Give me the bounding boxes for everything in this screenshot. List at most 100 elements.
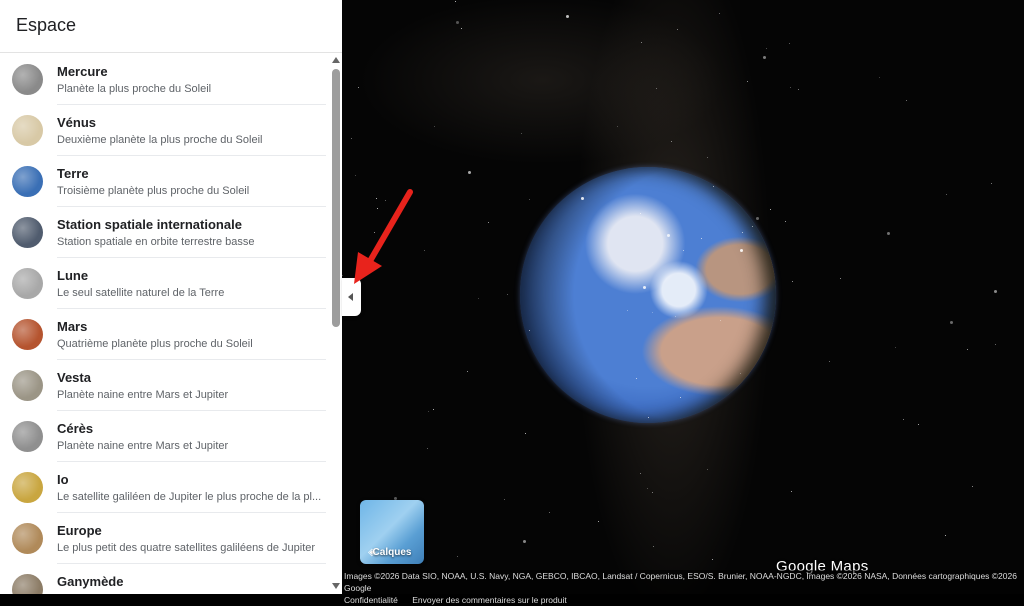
list-item-name: Terre xyxy=(57,166,89,181)
list-item-description: Station spatiale en orbite terrestre bas… xyxy=(57,236,255,248)
list-item[interactable]: Station spatiale internationale Station s… xyxy=(0,206,330,258)
list-item[interactable]: Mercure Planète la plus proche du Soleil xyxy=(0,53,330,105)
star xyxy=(428,411,429,412)
star xyxy=(566,15,569,18)
scroll-down-arrow-icon[interactable] xyxy=(332,583,340,589)
scrollbar[interactable] xyxy=(330,53,342,594)
star xyxy=(549,512,550,513)
star xyxy=(640,213,641,214)
star xyxy=(529,199,530,200)
star xyxy=(433,409,434,410)
panel-title: Espace xyxy=(16,15,77,35)
globe-night-shadow xyxy=(520,167,776,423)
star xyxy=(798,89,799,90)
scroll-thumb[interactable] xyxy=(332,69,340,327)
list-item[interactable]: Vénus Deuxième planète la plus proche du … xyxy=(0,104,330,156)
star xyxy=(683,250,684,251)
star xyxy=(895,347,896,348)
planet-thumbnail xyxy=(12,523,43,554)
star xyxy=(792,281,793,282)
star xyxy=(994,290,997,293)
star xyxy=(643,286,646,289)
list-item[interactable]: Europe Le plus petit des quatre satellite… xyxy=(0,512,330,564)
star xyxy=(342,275,343,276)
red-arrow-annotation xyxy=(354,189,413,284)
star xyxy=(918,424,919,425)
list-item-name: Station spatiale internationale xyxy=(57,217,242,232)
layers-button[interactable]: ◈ Calques xyxy=(360,500,424,564)
list-item[interactable]: Ganymède xyxy=(0,563,330,594)
star xyxy=(581,197,584,200)
planet-thumbnail xyxy=(12,421,43,452)
planet-thumbnail xyxy=(12,115,43,146)
star xyxy=(680,397,681,398)
star xyxy=(627,310,628,311)
chevron-left-icon xyxy=(348,293,353,301)
star xyxy=(766,48,767,49)
list-item-name: Europe xyxy=(57,523,102,538)
star xyxy=(763,56,766,59)
list-item-name: Lune xyxy=(57,268,89,283)
privacy-link[interactable]: Confidentialité xyxy=(344,595,398,605)
star xyxy=(455,1,456,2)
star xyxy=(740,249,743,252)
star xyxy=(525,433,526,434)
star xyxy=(906,100,907,101)
star xyxy=(351,138,352,139)
list-item-text: Mars Quatrième planète plus proche du Sol… xyxy=(57,319,326,360)
star xyxy=(456,21,459,24)
star xyxy=(434,126,435,127)
list-item-text: Ganymède xyxy=(57,574,326,594)
list-item-name: Io xyxy=(57,472,69,487)
star xyxy=(478,298,479,299)
star xyxy=(701,238,702,239)
star xyxy=(523,540,526,543)
list-item-name: Cérès xyxy=(57,421,94,436)
list-item[interactable]: Vesta Planète naine entre Mars et Jupiter xyxy=(0,359,330,411)
list-item-text: Europe Le plus petit des quatre satellite… xyxy=(57,523,326,564)
star xyxy=(752,226,753,227)
star xyxy=(424,250,425,251)
star xyxy=(653,546,654,547)
star xyxy=(950,321,953,324)
list-item[interactable]: Mars Quatrième planète plus proche du Sol… xyxy=(0,308,330,360)
list-item-description: Deuxième planète la plus proche du Solei… xyxy=(57,134,263,146)
star xyxy=(945,535,946,536)
planet-thumbnail xyxy=(12,217,43,248)
star xyxy=(355,175,356,176)
star xyxy=(667,234,670,237)
scroll-up-arrow-icon[interactable] xyxy=(332,57,340,63)
star xyxy=(707,469,708,470)
list-item-description: Quatrième planète plus proche du Soleil xyxy=(57,338,253,350)
star xyxy=(790,87,791,88)
planet-list: Mercure Planète la plus proche du Soleil V… xyxy=(0,53,330,594)
star xyxy=(740,373,741,374)
list-item-name: Mars xyxy=(57,319,88,334)
star xyxy=(529,330,530,331)
list-item-description: Planète la plus proche du Soleil xyxy=(57,83,212,95)
list-item[interactable]: Io Le satellite galiléen de Jupiter le pl… xyxy=(0,461,330,513)
star xyxy=(640,473,641,474)
list-item-text: Vesta Planète naine entre Mars et Jupiter xyxy=(57,370,326,411)
star xyxy=(652,492,653,493)
star xyxy=(712,559,713,560)
panel-header: Espace xyxy=(0,0,342,53)
map-canvas[interactable] xyxy=(342,0,1024,594)
star xyxy=(770,209,771,210)
list-item[interactable]: Terre Troisième planète plus proche du So… xyxy=(0,155,330,207)
list-item-text: Lune Le seul satellite naturel de la Terr… xyxy=(57,268,326,309)
feedback-link[interactable]: Envoyer des commentaires sur le produit xyxy=(412,595,567,605)
list-item[interactable]: Cérès Planète naine entre Mars et Jupiter xyxy=(0,410,330,462)
star xyxy=(879,77,880,78)
planet-thumbnail xyxy=(12,268,43,299)
planet-thumbnail xyxy=(12,574,43,594)
star xyxy=(427,448,428,449)
planet-thumbnail xyxy=(12,370,43,401)
star xyxy=(675,316,676,317)
star xyxy=(461,28,462,29)
star xyxy=(789,43,790,44)
list-item[interactable]: Lune Le seul satellite naturel de la Terr… xyxy=(0,257,330,309)
planet-thumbnail xyxy=(12,166,43,197)
star xyxy=(598,521,599,522)
places-panel: Espace Mercure Planète la plus proche du … xyxy=(0,0,342,594)
